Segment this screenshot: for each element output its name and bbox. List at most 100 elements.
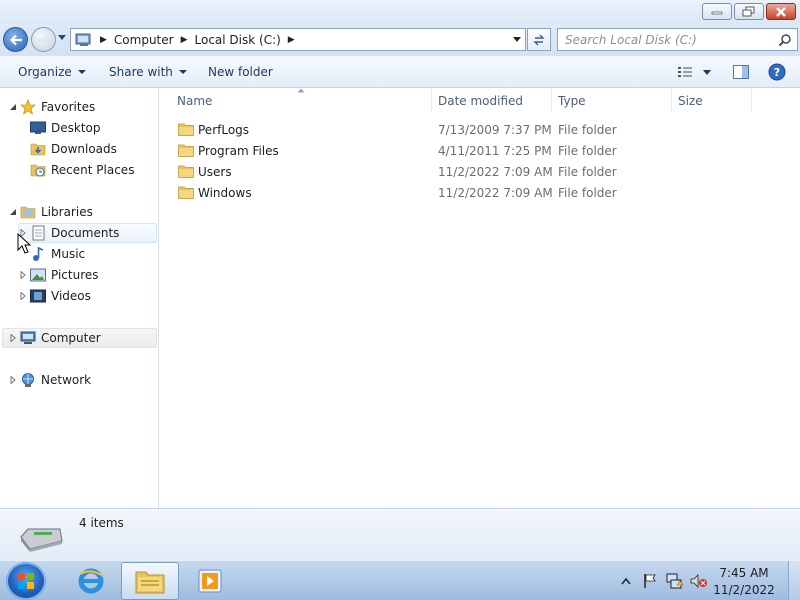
media-player-icon: [198, 569, 222, 593]
breadcrumb-computer[interactable]: Computer: [114, 33, 174, 47]
expand-collapsed-icon[interactable]: [20, 271, 26, 279]
nav-network[interactable]: Network: [20, 370, 91, 390]
expand-collapsed-icon[interactable]: [10, 376, 16, 384]
local-disk-drive-icon: [20, 528, 63, 552]
close-button[interactable]: [766, 3, 796, 20]
details-pane: 4 items: [0, 508, 800, 560]
action-center-flag-icon[interactable]: [642, 573, 658, 589]
nav-computer-label: Computer: [41, 331, 101, 345]
new-folder-button[interactable]: New folder: [208, 65, 273, 79]
column-header-name[interactable]: Name: [177, 94, 212, 108]
svg-text:?: ?: [774, 66, 780, 79]
desktop-icon: [30, 121, 46, 134]
file-row[interactable]: Windows 11/2/2022 7:09 AM File folder: [160, 182, 800, 203]
network-status-icon[interactable]: [666, 572, 684, 590]
folder-icon: [178, 165, 194, 178]
nav-computer[interactable]: Computer: [20, 328, 101, 348]
minimize-button[interactable]: [702, 3, 732, 20]
search-box[interactable]: [557, 28, 798, 51]
command-bar: Organize Share with New folder ?: [0, 56, 800, 88]
show-desktop-button[interactable]: [788, 561, 800, 600]
nav-documents-label: Documents: [51, 226, 120, 240]
title-bar: [0, 0, 800, 24]
column-header-date-modified[interactable]: Date modified: [438, 94, 523, 108]
computer-icon: [20, 331, 36, 344]
file-row[interactable]: Program Files 4/11/2011 7:25 PM File fol…: [160, 140, 800, 161]
nav-pictures-label: Pictures: [51, 268, 99, 282]
breadcrumb-separator-icon[interactable]: ▶: [181, 35, 188, 45]
search-input[interactable]: [558, 29, 768, 50]
expand-open-icon[interactable]: [9, 208, 17, 216]
chevron-down-icon: [178, 70, 187, 74]
recent-pages-dropdown[interactable]: [58, 35, 66, 40]
refresh-button[interactable]: [527, 28, 551, 51]
file-date: 4/11/2011 7:25 PM: [438, 144, 552, 158]
nav-recent-places[interactable]: Recent Places: [30, 160, 134, 180]
file-date: 11/2/2022 7:09 AM: [438, 165, 553, 179]
column-divider[interactable]: [551, 88, 552, 112]
breadcrumb-local-disk[interactable]: Local Disk (C:): [195, 33, 281, 47]
downloads-folder-icon: [30, 143, 46, 156]
nav-recent-places-label: Recent Places: [51, 163, 135, 177]
column-header-type[interactable]: Type: [558, 94, 586, 108]
file-date: 7/13/2009 7:37 PM: [438, 123, 552, 137]
column-divider[interactable]: [751, 88, 752, 112]
volume-muted-icon[interactable]: [690, 573, 708, 589]
clock-date: 11/2/2022: [713, 583, 775, 597]
column-divider[interactable]: [671, 88, 672, 112]
address-row: ▶ Computer ▶ Local Disk (C:) ▶: [0, 24, 800, 56]
clock[interactable]: 7:45 AM 11/2/2022: [712, 565, 776, 599]
nav-videos[interactable]: Videos: [30, 286, 91, 306]
folder-icon: [178, 186, 194, 199]
restore-icon: [742, 6, 755, 16]
search-icon[interactable]: [778, 33, 792, 47]
help-button[interactable]: ?: [768, 63, 786, 84]
expand-collapsed-icon[interactable]: [10, 334, 16, 342]
start-button[interactable]: [6, 562, 46, 600]
address-bar[interactable]: ▶ Computer ▶ Local Disk (C:) ▶: [70, 28, 526, 51]
restore-button[interactable]: [734, 3, 764, 20]
nav-documents[interactable]: Documents: [30, 223, 119, 243]
change-view-button[interactable]: [677, 66, 715, 81]
breadcrumb-separator-icon[interactable]: ▶: [288, 35, 295, 45]
help-icon: ?: [768, 63, 786, 81]
nav-downloads[interactable]: Downloads: [30, 139, 117, 159]
address-dropdown-icon[interactable]: [513, 37, 521, 42]
back-arrow-icon: [9, 34, 22, 45]
expand-open-icon[interactable]: [9, 103, 17, 111]
column-header-size[interactable]: Size: [678, 94, 703, 108]
share-with-button[interactable]: Share with: [109, 65, 187, 79]
file-row[interactable]: Users 11/2/2022 7:09 AM File folder: [160, 161, 800, 182]
taskbar-windows-explorer[interactable]: [121, 562, 179, 600]
refresh-icon: [533, 34, 545, 45]
nav-music[interactable]: Music: [30, 244, 85, 264]
file-name: Program Files: [198, 144, 279, 158]
forward-arrow-icon: [37, 34, 50, 45]
organize-button[interactable]: Organize: [18, 65, 86, 79]
nav-network-label: Network: [41, 373, 92, 387]
pictures-icon: [30, 268, 46, 282]
taskbar-internet-explorer[interactable]: [62, 562, 120, 600]
taskbar-media-player[interactable]: [181, 562, 239, 600]
nav-libraries-label: Libraries: [41, 205, 93, 219]
clock-time: 7:45 AM: [719, 566, 769, 580]
preview-pane-button[interactable]: [733, 65, 749, 82]
forward-button[interactable]: [31, 27, 56, 52]
file-row[interactable]: PerfLogs 7/13/2009 7:37 PM File folder: [160, 119, 800, 140]
nav-pictures[interactable]: Pictures: [30, 265, 99, 285]
expand-collapsed-icon[interactable]: [20, 292, 26, 300]
nav-desktop-label: Desktop: [51, 121, 101, 135]
show-hidden-icons-chevron-icon[interactable]: [621, 577, 631, 585]
file-list: Name Date modified Type Size PerfLogs 7/…: [160, 88, 800, 508]
taskbar: 7:45 AM 11/2/2022: [0, 560, 800, 600]
back-button[interactable]: [3, 27, 28, 52]
close-icon: [776, 6, 786, 17]
windows-explorer-icon: [135, 571, 165, 594]
breadcrumb-separator-icon: ▶: [100, 34, 107, 45]
column-divider[interactable]: [431, 88, 432, 112]
nav-favorites[interactable]: Favorites: [20, 97, 95, 117]
nav-desktop[interactable]: Desktop: [30, 118, 101, 138]
sort-ascending-icon: [297, 88, 305, 93]
item-count: 4 items: [79, 516, 124, 530]
nav-libraries[interactable]: Libraries: [20, 202, 93, 222]
